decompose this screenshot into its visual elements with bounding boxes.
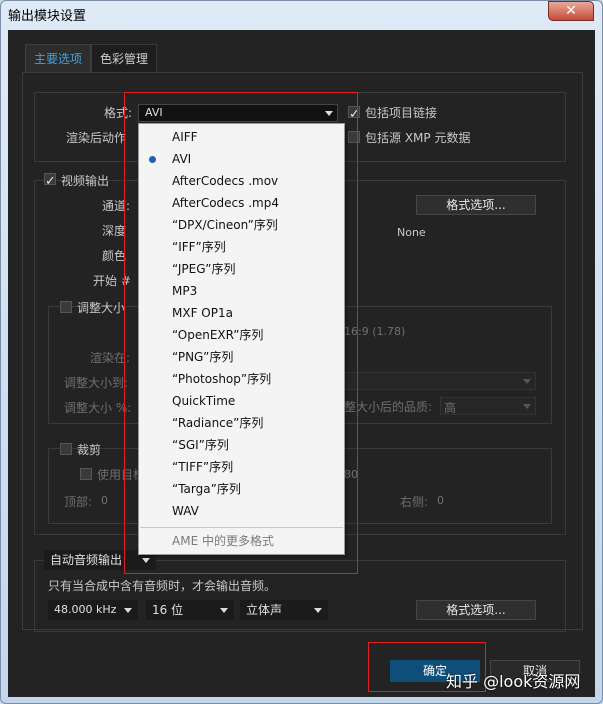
post-render-label: 渲染后动作: [66, 131, 127, 145]
audio-channels-dropdown[interactable]: 立体声: [240, 600, 328, 620]
watermark: 知乎 @look资源网: [446, 672, 581, 691]
crop-right-value: 0: [437, 494, 444, 507]
resize-to-label: 调整大小到:: [64, 376, 129, 390]
chevron-down-icon: [124, 608, 132, 613]
checkmark-icon: ✓: [45, 174, 56, 189]
resize-percent-label: 调整大小 %:: [64, 401, 132, 415]
codec-value: None: [397, 226, 426, 239]
use-target-checkbox[interactable]: [80, 468, 92, 480]
close-button[interactable]: ✕: [548, 1, 594, 21]
crop-right-label: 右侧:: [400, 495, 429, 509]
crop-top-value: 0: [101, 494, 108, 507]
resize-to-dropdown[interactable]: [344, 372, 536, 390]
tab-color-management[interactable]: 色彩管理: [91, 44, 158, 72]
chevron-down-icon: [523, 379, 531, 384]
window-title: 输出模块设置: [8, 9, 87, 24]
sample-rate-value: 48.000 kHz: [54, 603, 117, 616]
audio-output-label: 自动音频输出: [50, 553, 123, 567]
sample-rate-dropdown[interactable]: 48.000 kHz: [48, 600, 138, 620]
depth-label: 深度: [102, 224, 127, 238]
chevron-down-icon: [314, 608, 322, 613]
video-output-label: 视频输出: [61, 174, 110, 188]
resize-quality-value: 高: [444, 401, 457, 415]
resize-label: 调整大小: [77, 301, 126, 315]
include-xmp-label: 包括源 XMP 元数据: [365, 131, 471, 145]
tab-main-options[interactable]: 主要选项: [25, 44, 92, 72]
audio-format-options-button[interactable]: 格式选项...: [416, 600, 536, 620]
video-format-options-button[interactable]: 格式选项...: [416, 195, 536, 215]
crop-label: 裁剪: [77, 443, 102, 457]
crop-top-label: 顶部:: [64, 495, 93, 509]
chevron-down-icon: [523, 404, 531, 409]
crop-checkbox[interactable]: [60, 443, 72, 455]
video-output-checkbox[interactable]: ✓: [44, 173, 56, 188]
chevron-down-icon: [220, 608, 228, 613]
resize-quality-dropdown[interactable]: 高: [440, 397, 536, 415]
menu-highlight-box: [124, 92, 358, 574]
color-label: 颜色: [102, 249, 127, 263]
audio-note: 只有当合成中含有音频时，才会输出音频。: [48, 579, 277, 593]
resize-checkbox[interactable]: [60, 301, 72, 313]
bit-depth-value: 16 位: [152, 603, 184, 617]
include-project-link-label: 包括项目链接: [365, 106, 438, 120]
bit-depth-dropdown[interactable]: 16 位: [146, 600, 234, 620]
audio-channels-value: 立体声: [246, 603, 283, 617]
